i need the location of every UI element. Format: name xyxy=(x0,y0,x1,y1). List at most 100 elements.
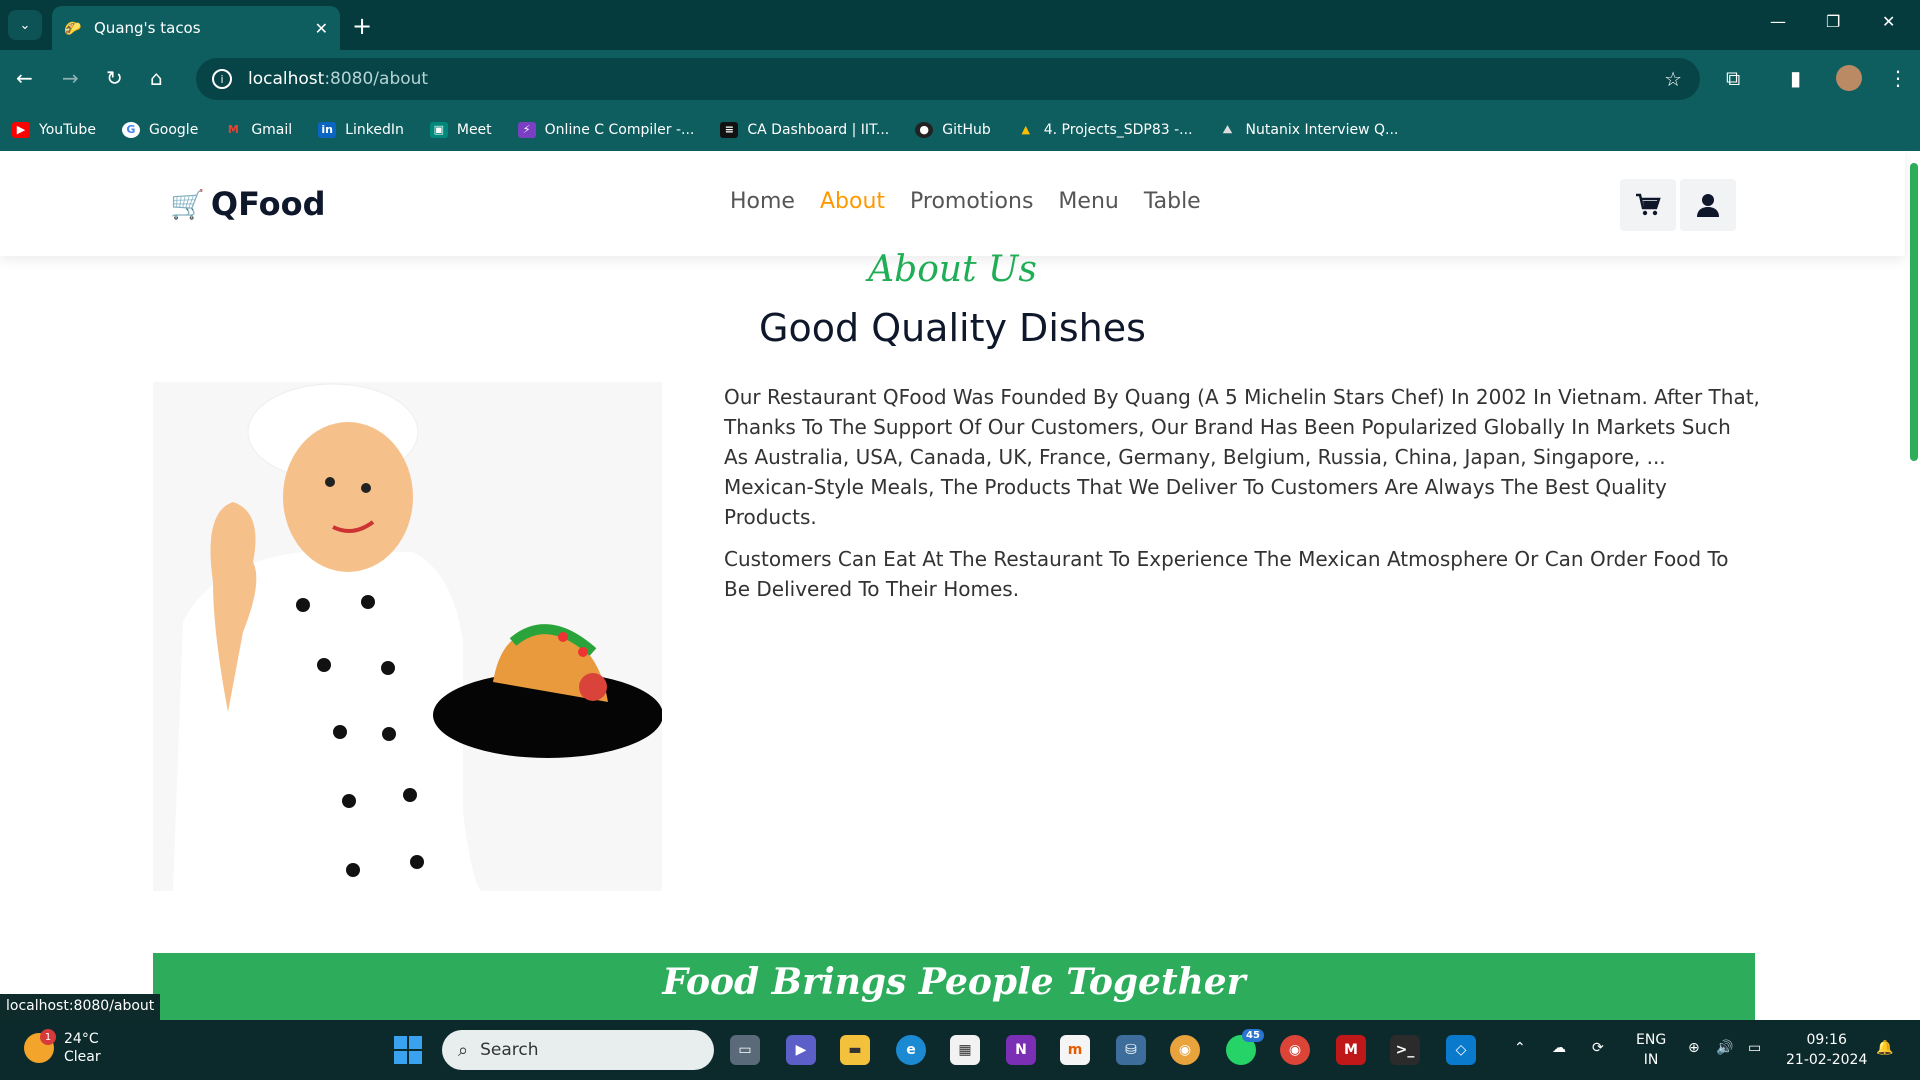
clock-date: 21-02-2024 xyxy=(1786,1052,1868,1068)
new-tab-plus-icon[interactable]: + xyxy=(352,12,372,40)
site-header: 🛒 QFood Home About Promotions Menu Table xyxy=(0,151,1905,256)
bookmark-label: Nutanix Interview Q... xyxy=(1245,121,1399,138)
tab-close-icon[interactable]: ✕ xyxy=(315,19,328,38)
nav-home[interactable]: Home xyxy=(730,189,795,214)
web-page: 🛒 QFood Home About Promotions Menu Table… xyxy=(0,151,1920,1020)
bookmark-meet[interactable]: ▣ Meet xyxy=(429,121,492,138)
browser-tab-active[interactable]: 🌮 Quang's tacos ✕ xyxy=(52,6,340,50)
bookmark-gmail[interactable]: M Gmail xyxy=(224,122,292,138)
food-brings-people-together-banner: Food Brings People Together xyxy=(153,953,1755,1020)
tab-search-chevron-icon[interactable]: ⌄ xyxy=(8,10,42,40)
bookmark-projects[interactable]: ▲ 4. Projects_SDP83 -... xyxy=(1017,122,1193,138)
home-icon[interactable]: ⌂ xyxy=(150,66,163,90)
weather-desc: Clear xyxy=(64,1049,101,1065)
clock[interactable]: 09:16 21-02-2024 xyxy=(1786,1030,1867,1070)
user-button[interactable] xyxy=(1680,179,1736,231)
bookmark-google[interactable]: G Google xyxy=(121,121,198,138)
chrome-icon[interactable]: ◉ xyxy=(1280,1035,1310,1065)
mountain-icon: ⛰ xyxy=(1222,122,1233,136)
bookmark-nutanix[interactable]: ⛰ Nutanix Interview Q... xyxy=(1219,121,1399,138)
network-globe-icon[interactable]: ⊕ xyxy=(1688,1038,1700,1058)
battery-icon[interactable]: ▭ xyxy=(1748,1038,1761,1058)
about-paragraph-2: Customers Can Eat At The Restaurant To E… xyxy=(724,547,1729,601)
side-panel-icon[interactable]: ▮ xyxy=(1790,66,1801,90)
user-icon xyxy=(1697,194,1719,217)
windows-start-icon[interactable] xyxy=(394,1036,422,1064)
window-close-icon[interactable]: ✕ xyxy=(1882,12,1895,31)
weather-badge: 1 xyxy=(40,1029,56,1045)
page-scrollbar-thumb[interactable] xyxy=(1910,163,1918,461)
meet-icon: ▣ xyxy=(429,121,448,138)
nav-about[interactable]: About xyxy=(820,189,885,214)
linkedin-icon: in xyxy=(318,121,337,138)
mcafee-icon[interactable]: M xyxy=(1336,1035,1366,1065)
about-paragraph-1: Our Restaurant QFood Was Founded By Quan… xyxy=(724,385,1760,529)
bookmark-star-icon[interactable]: ☆ xyxy=(1664,67,1682,91)
github-icon: ● xyxy=(915,121,934,138)
edge-icon[interactable]: e xyxy=(896,1035,926,1065)
bookmark-linkedin[interactable]: in LinkedIn xyxy=(318,121,404,138)
menu-kebab-icon[interactable]: ⋮ xyxy=(1888,66,1908,90)
bookmark-online-c-compiler[interactable]: ⚡ Online C Compiler -... xyxy=(517,121,695,138)
lang-line2: IN xyxy=(1643,1052,1659,1068)
onenote-icon[interactable]: N xyxy=(1006,1035,1036,1065)
vscode-icon[interactable]: ◇ xyxy=(1446,1035,1476,1065)
bookmark-label: LinkedIn xyxy=(345,121,404,138)
address-bar[interactable]: i localhost:8080/about ☆ xyxy=(196,58,1700,100)
gmail-icon: M xyxy=(227,123,239,136)
bookmark-label: YouTube xyxy=(39,121,96,138)
tray-chevron-up-icon[interactable]: ⌃ xyxy=(1514,1038,1526,1058)
taco-favicon-icon: 🌮 xyxy=(64,21,82,37)
bookmark-ca-dashboard[interactable]: ≡ CA Dashboard | IIT... xyxy=(720,121,889,138)
weather-widget[interactable]: 1 24°C Clear xyxy=(24,1029,101,1066)
onedrive-cloud-icon[interactable]: ☁ xyxy=(1552,1038,1566,1058)
about-text: Our Restaurant QFood Was Founded By Quan… xyxy=(724,382,1760,616)
bookmark-label: GitHub xyxy=(942,121,991,138)
site-logo[interactable]: 🛒 QFood xyxy=(170,185,326,223)
nav-promotions[interactable]: Promotions xyxy=(910,189,1033,214)
bookmark-youtube[interactable]: ▶ YouTube xyxy=(12,121,96,138)
task-view-icon[interactable]: ▭ xyxy=(730,1035,760,1065)
about-us-script-heading: About Us xyxy=(868,249,1037,290)
notification-bell-icon[interactable]: 🔔 xyxy=(1876,1038,1893,1058)
about-title: Good Quality Dishes xyxy=(759,306,1146,350)
nav-table[interactable]: Table xyxy=(1144,189,1201,214)
language-indicator[interactable]: ENG IN xyxy=(1636,1030,1666,1070)
volume-icon[interactable]: 🔊 xyxy=(1716,1038,1733,1058)
minimize-icon[interactable]: — xyxy=(1770,12,1786,31)
banner-text: Food Brings People Together xyxy=(662,961,1246,1003)
tab-title: Quang's tacos xyxy=(94,19,201,37)
mysql-workbench-icon[interactable]: ⛁ xyxy=(1116,1035,1146,1065)
terminal-icon[interactable]: >_ xyxy=(1390,1035,1420,1065)
back-arrow-icon[interactable]: ← xyxy=(16,66,33,90)
chef-illustration xyxy=(153,382,663,891)
weather-temp: 24°C xyxy=(64,1031,99,1047)
whatsapp-badge: 45 xyxy=(1242,1029,1264,1042)
main-nav: Home About Promotions Menu Table xyxy=(730,189,1226,214)
bookmark-label: Gmail xyxy=(251,121,293,138)
bookmark-github[interactable]: ● GitHub xyxy=(915,121,991,138)
extensions-puzzle-icon[interactable]: ⧉ xyxy=(1726,66,1740,90)
logo-text: QFood xyxy=(210,185,326,223)
chrome-profile-icon[interactable]: ◉ xyxy=(1170,1035,1200,1065)
store-icon[interactable]: ▦ xyxy=(950,1035,980,1065)
drive-icon: ▲ xyxy=(1021,123,1030,136)
teams-meet-icon[interactable]: ▶ xyxy=(786,1035,816,1065)
taskbar-search[interactable]: ⌕ Search xyxy=(442,1030,714,1070)
browser-toolbar: ← → ↻ ⌂ i localhost:8080/about ☆ ⧉ ▮ ⋮ xyxy=(0,50,1920,108)
reload-icon[interactable]: ↻ xyxy=(106,66,123,90)
sync-icon[interactable]: ⟳ xyxy=(1592,1038,1604,1058)
file-explorer-icon[interactable]: ▬ xyxy=(840,1035,870,1065)
bookmark-label: 4. Projects_SDP83 -... xyxy=(1043,121,1193,138)
profile-avatar[interactable] xyxy=(1836,65,1862,91)
bookmark-label: Online C Compiler -... xyxy=(544,121,695,138)
bookmark-label: Meet xyxy=(456,121,492,138)
forward-arrow-icon[interactable]: → xyxy=(62,66,79,90)
site-info-icon[interactable]: i xyxy=(212,69,232,89)
restore-icon[interactable]: ❐ xyxy=(1826,12,1840,31)
cart-button[interactable] xyxy=(1620,179,1676,231)
nav-menu[interactable]: Menu xyxy=(1058,189,1118,214)
moodle-icon[interactable]: m xyxy=(1060,1035,1090,1065)
whatsapp-icon[interactable]: 45 xyxy=(1226,1029,1264,1065)
food-cart-icon: 🛒 xyxy=(170,187,205,221)
